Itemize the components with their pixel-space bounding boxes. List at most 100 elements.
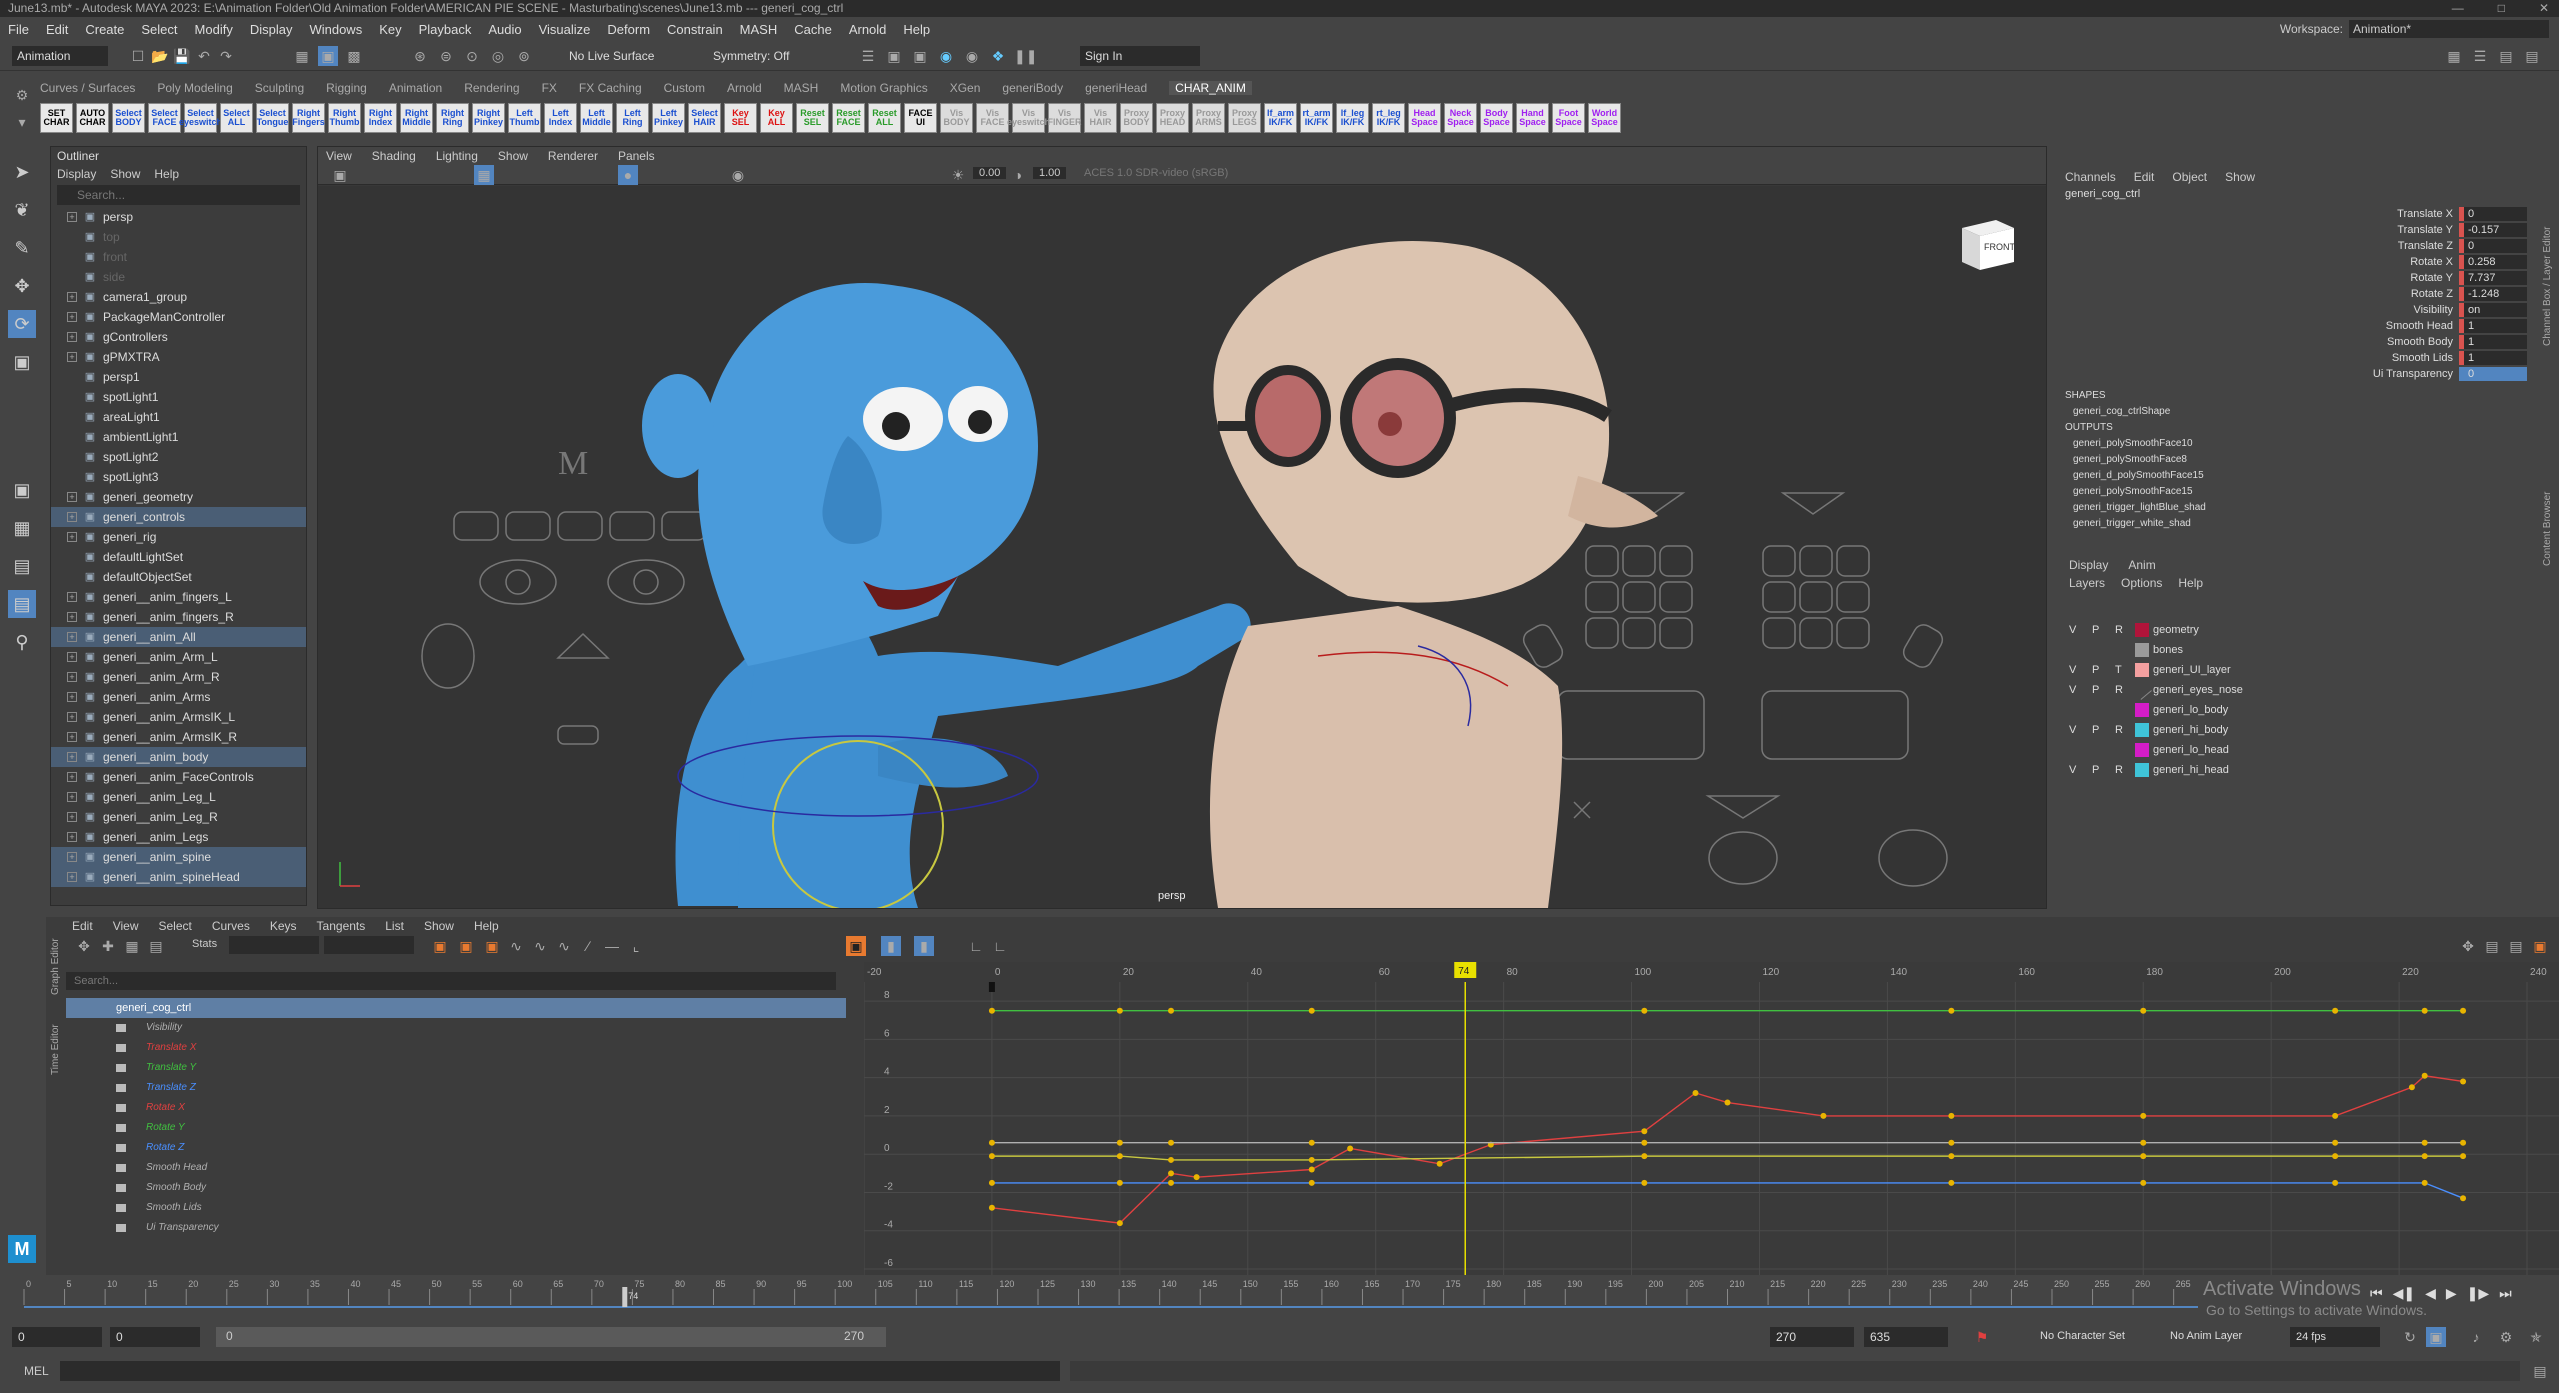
layer-display-toggle[interactable]: T — [2115, 664, 2122, 676]
menu-playback[interactable]: Playback — [419, 22, 472, 37]
shelf-button-body-space[interactable]: Body Space — [1480, 103, 1513, 133]
channel-label[interactable]: Smooth Head — [2386, 320, 2453, 332]
side-tab-content-browser[interactable]: Content Browser — [2542, 492, 2553, 566]
graph-key[interactable] — [1168, 1007, 1175, 1014]
step-back-key-icon[interactable]: ◀❚ — [2393, 1285, 2416, 1302]
menu-key[interactable]: Key — [379, 22, 401, 37]
ipr-render-icon[interactable]: ▣ — [910, 46, 930, 66]
graph-curve-item[interactable]: Smooth Head — [66, 1158, 846, 1178]
save-scene-icon[interactable]: 💾 — [172, 46, 192, 66]
time-slider[interactable]: 0 5 10 15 20 25 30 35 40 45 50 55 60 65 70 75 80 85 90 95 10… — [0, 1275, 2559, 1315]
shelf-button-left-thumb[interactable]: Left Thumb — [508, 103, 541, 133]
pre-infinity-icon[interactable]: ∟ — [966, 936, 986, 956]
viewport-menu-lighting[interactable]: Lighting — [436, 147, 478, 165]
range-slider[interactable]: 0 270 — [216, 1327, 886, 1347]
graph-key[interactable] — [1116, 1139, 1123, 1146]
shelf-button-select-tongue[interactable]: Select Tongue — [256, 103, 289, 133]
shelf-menu-icon[interactable]: ⚙ — [12, 85, 32, 105]
scene-end-field[interactable]: 635 — [1864, 1327, 1948, 1347]
graph-key[interactable] — [2332, 1139, 2339, 1146]
graph-key[interactable] — [988, 1007, 995, 1014]
expand-icon[interactable]: + — [67, 312, 77, 322]
channel-menu-show[interactable]: Show — [2225, 170, 2255, 184]
channel-row[interactable]: Smooth Lids 1 — [2059, 350, 2527, 366]
expand-icon[interactable]: + — [67, 792, 77, 802]
outliner-item[interactable]: ▣ spotLight1 — [51, 387, 306, 407]
anim-prefs-icon[interactable]: ✯ — [2526, 1327, 2546, 1347]
shelf-button-vis-finger[interactable]: Vis FINGER — [1048, 103, 1082, 133]
graph-key[interactable] — [2421, 1007, 2428, 1014]
rotate-tool-icon[interactable]: ⟳ — [8, 310, 36, 338]
shelf-button-select-all[interactable]: Select ALL — [220, 103, 253, 133]
stats-field-value[interactable] — [324, 936, 414, 954]
graph-curve[interactable] — [991, 1075, 2464, 1224]
clamped-tangent-icon[interactable]: ∿ — [554, 936, 574, 956]
outliner-item[interactable]: + ▣ gPMXTRA — [51, 347, 306, 367]
graph-key[interactable] — [1116, 1179, 1123, 1186]
shelf-button-right-index[interactable]: Right Index — [364, 103, 397, 133]
outliner-item[interactable]: + ▣ generi__anim_FaceControls — [51, 767, 306, 787]
playback-end-field[interactable]: 270 — [1770, 1327, 1854, 1347]
new-scene-icon[interactable]: ☐ — [128, 46, 148, 66]
channel-row[interactable]: Rotate Z -1.248 — [2059, 286, 2527, 302]
menu-deform[interactable]: Deform — [607, 22, 650, 37]
graph-menu-curves[interactable]: Curves — [212, 917, 250, 935]
play-icon[interactable]: ▶ — [2446, 1285, 2457, 1302]
layer-color-swatch[interactable] — [2135, 623, 2149, 637]
graph-curve[interactable] — [991, 1155, 2464, 1161]
outliner-item[interactable]: ▣ defaultObjectSet — [51, 567, 306, 587]
channel-label[interactable]: Rotate Z — [2411, 288, 2453, 300]
shelf-tab-arnold[interactable]: Arnold — [727, 81, 762, 95]
channel-menu-object[interactable]: Object — [2172, 170, 2207, 184]
shelf-button-lf-leg-ik-fk[interactable]: lf_leg IK/FK — [1336, 103, 1369, 133]
grid-toggle-icon[interactable]: ▦ — [474, 165, 494, 185]
graph-key[interactable] — [1116, 1007, 1123, 1014]
graph-layout-icon-2[interactable]: ▤ — [2482, 936, 2502, 956]
layer-playback-toggle[interactable]: P — [2092, 684, 2099, 696]
single-pane-icon[interactable]: ▣ — [8, 476, 36, 504]
outliner-search-input[interactable]: Search... — [57, 185, 300, 205]
channel-label[interactable]: Translate Z — [2398, 240, 2453, 252]
shelf-button-right-middle[interactable]: Right Middle — [400, 103, 433, 133]
menu-arnold[interactable]: Arnold — [849, 22, 887, 37]
expand-icon[interactable]: + — [67, 712, 77, 722]
hypershade-icon[interactable]: ◉ — [962, 46, 982, 66]
graph-curve-item[interactable]: Rotate Z — [66, 1138, 846, 1158]
graph-curve-item[interactable]: Translate Z — [66, 1078, 846, 1098]
graph-key[interactable] — [2332, 1179, 2339, 1186]
shelf-tab-fx[interactable]: FX — [542, 81, 557, 95]
outliner-item[interactable]: + ▣ generi__anim_body — [51, 747, 306, 767]
shelf-button-lf-arm-ik-fk[interactable]: lf_arm IK/FK — [1264, 103, 1297, 133]
redo-icon[interactable]: ↷ — [216, 46, 236, 66]
layer-name[interactable]: generi_lo_head — [2153, 744, 2229, 756]
graph-menu-list[interactable]: List — [385, 917, 404, 935]
outliner-item[interactable]: + ▣ generi__anim_Legs — [51, 827, 306, 847]
shelf-button-left-middle[interactable]: Left Middle — [580, 103, 613, 133]
layer-display-toggle[interactable]: R — [2115, 764, 2123, 776]
select-hierarchy-icon[interactable]: ▦ — [292, 46, 312, 66]
graph-key[interactable] — [1641, 1139, 1648, 1146]
outliner-item[interactable]: + ▣ generi__anim_spine — [51, 847, 306, 867]
frame-playback-icon[interactable]: ▣ — [482, 936, 502, 956]
shelf-button-select-face[interactable]: Select FACE — [148, 103, 181, 133]
channel-row[interactable]: Translate Z 0 — [2059, 238, 2527, 254]
viewport-menu-view[interactable]: View — [326, 147, 352, 165]
graph-menu-tangents[interactable]: Tangents — [317, 917, 366, 935]
shelf-options-icon[interactable]: ▾ — [12, 112, 32, 132]
layer-playback-toggle[interactable]: P — [2092, 624, 2099, 636]
time-cursor[interactable] — [622, 1287, 628, 1307]
graph-key[interactable] — [1168, 1179, 1175, 1186]
output-item[interactable]: generi_trigger_lightBlue_shad — [2059, 500, 2539, 516]
graph-key[interactable] — [1724, 1099, 1731, 1106]
graph-curve-item[interactable]: Smooth Lids — [66, 1198, 846, 1218]
graph-key[interactable] — [1193, 1174, 1200, 1181]
render-settings-icon[interactable]: ◉ — [936, 46, 956, 66]
viewport-menu-renderer[interactable]: Renderer — [548, 147, 598, 165]
graph-menu-keys[interactable]: Keys — [270, 917, 297, 935]
shelf-button-vis-body[interactable]: Vis BODY — [940, 103, 973, 133]
graph-key[interactable] — [1308, 1179, 1315, 1186]
shelf-button-key-sel[interactable]: Key SEL — [724, 103, 757, 133]
shelf-button-select-eyeswitch[interactable]: Select eyeswitch — [179, 103, 222, 133]
outliner-item[interactable]: ▣ ambientLight1 — [51, 427, 306, 447]
layer-menu-layers[interactable]: Layers — [2069, 576, 2105, 590]
